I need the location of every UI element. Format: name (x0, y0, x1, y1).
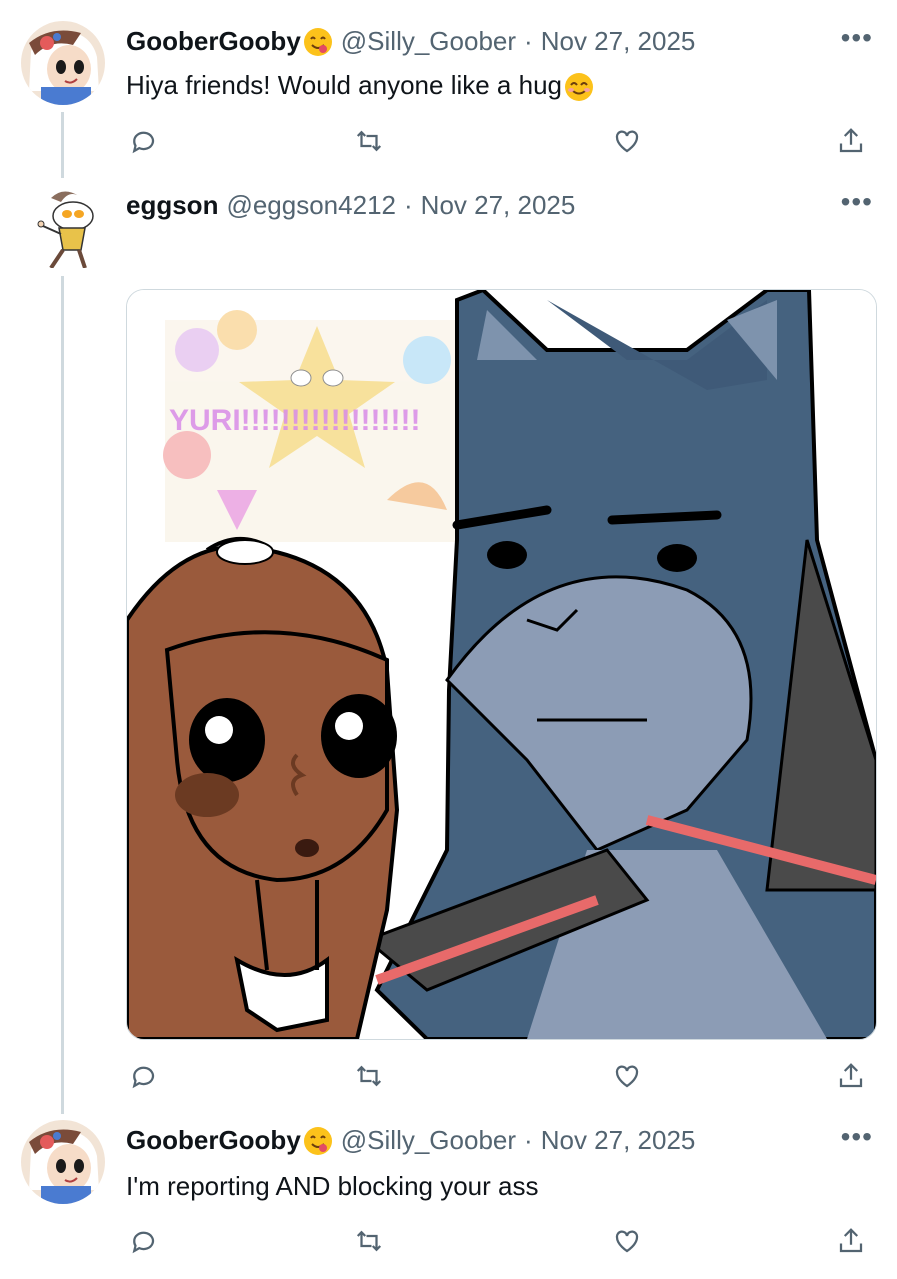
display-name[interactable]: GooberGooby (126, 26, 301, 57)
like-button[interactable] (612, 1061, 646, 1095)
like-icon (615, 1065, 639, 1088)
reply-button[interactable] (128, 126, 162, 160)
tweet[interactable]: GooberGooby @Silly_Goober · Nov 27, 2025… (0, 1115, 897, 1279)
share-icon (839, 1063, 863, 1088)
like-icon (615, 1230, 639, 1253)
retweet-button[interactable] (354, 1226, 388, 1260)
retweet-icon (356, 130, 382, 152)
more-icon[interactable]: ••• (841, 188, 873, 216)
more-icon[interactable]: ••• (841, 24, 873, 52)
timestamp[interactable]: Nov 27, 2025 (541, 26, 696, 57)
smiling-emoji-icon (303, 27, 333, 57)
share-button[interactable] (836, 126, 870, 160)
overlay-caption: YURI!!!!!!!!!!!!!!!!!! (169, 404, 421, 437)
reply-icon (132, 131, 155, 154)
like-button[interactable] (612, 126, 646, 160)
share-icon (839, 1228, 863, 1253)
more-icon[interactable]: ••• (841, 1123, 873, 1151)
handle[interactable]: @eggson4212 (226, 190, 396, 221)
retweet-button[interactable] (354, 126, 388, 160)
timestamp[interactable]: Nov 27, 2025 (541, 1125, 696, 1156)
tweet-text-content: I'm reporting AND blocking your ass (126, 1171, 539, 1201)
retweet-button[interactable] (354, 1061, 388, 1095)
avatar[interactable] (21, 21, 105, 105)
like-icon (615, 130, 639, 153)
share-icon (839, 128, 863, 153)
timestamp[interactable]: Nov 27, 2025 (421, 190, 576, 221)
share-button[interactable] (836, 1226, 870, 1260)
separator: · (524, 26, 533, 56)
reply-icon (132, 1066, 155, 1089)
smiling-emoji-icon (564, 72, 594, 102)
retweet-icon (356, 1230, 382, 1252)
tweet-text: Hiya friends! Would anyone like a hug (126, 70, 594, 102)
like-button[interactable] (612, 1226, 646, 1260)
separator: · (404, 190, 413, 220)
separator: · (524, 1125, 533, 1155)
avatar[interactable] (21, 184, 105, 268)
reply-icon (132, 1231, 155, 1254)
reply-button[interactable] (128, 1226, 162, 1260)
display-name[interactable]: eggson (126, 190, 218, 221)
tweet[interactable]: GooberGooby @Silly_Goober · Nov 27, 2025… (0, 0, 897, 180)
avatar[interactable] (21, 1120, 105, 1204)
tweet-text: I'm reporting AND blocking your ass (126, 1171, 538, 1202)
tweet-text-content: Hiya friends! Would anyone like a hug (126, 70, 562, 100)
handle[interactable]: @Silly_Goober (341, 26, 516, 57)
retweet-icon (356, 1065, 382, 1087)
smiling-emoji-icon (303, 1126, 333, 1156)
share-button[interactable] (836, 1061, 870, 1095)
reply-button[interactable] (128, 1061, 162, 1095)
handle[interactable]: @Silly_Goober (341, 1125, 516, 1156)
display-name[interactable]: GooberGooby (126, 1125, 301, 1156)
tweet-media-image[interactable]: YURI!!!!!!!!!!!!!!!!!! (126, 289, 877, 1040)
